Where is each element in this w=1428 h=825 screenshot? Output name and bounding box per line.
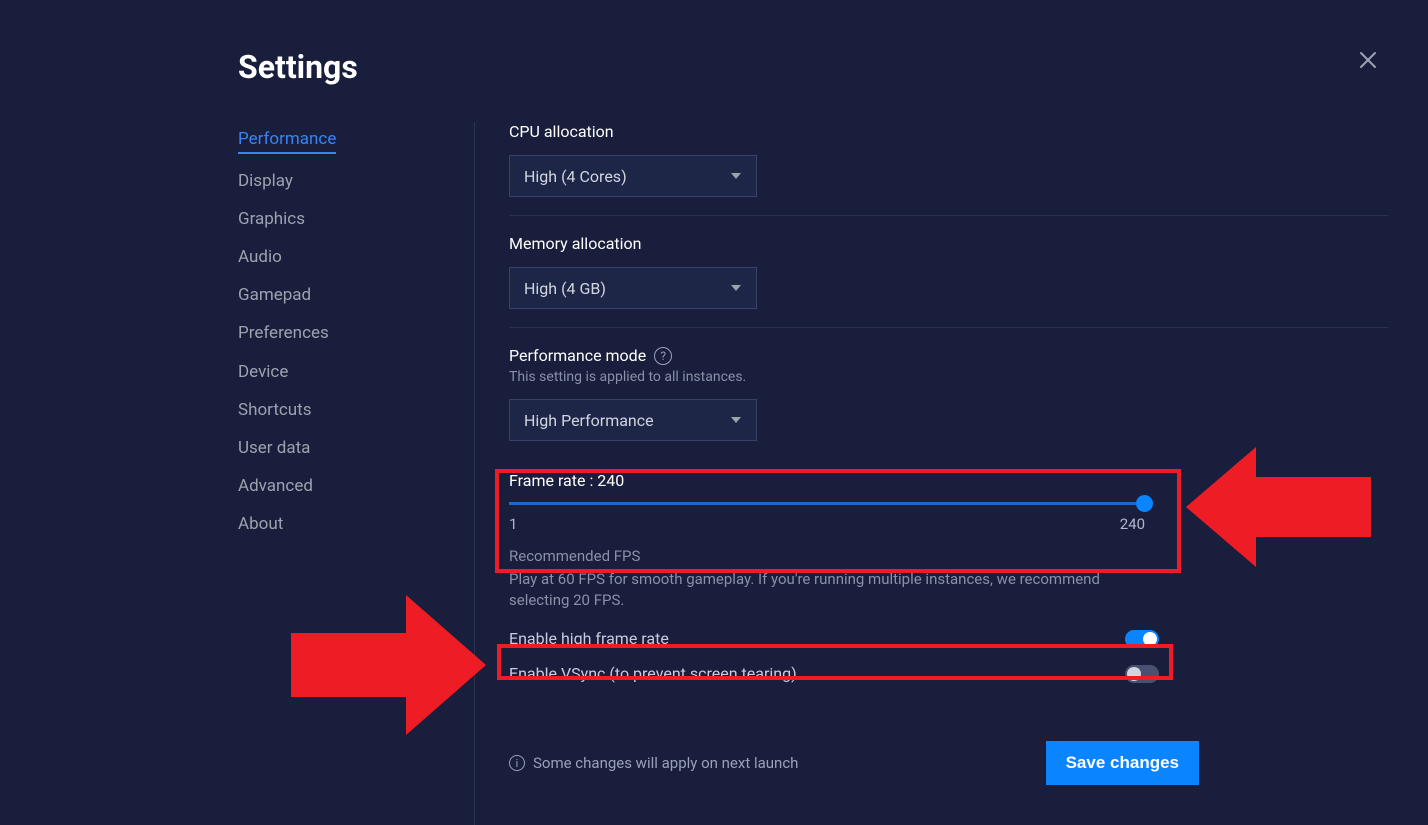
- enable-vsync-label: Enable VSync (to prevent screen tearing): [509, 664, 797, 683]
- sidebar-item-advanced[interactable]: Advanced: [238, 475, 313, 497]
- chevron-down-icon: [730, 170, 742, 182]
- sidebar-item-performance[interactable]: Performance: [238, 128, 336, 154]
- footer-note: i Some changes will apply on next launch: [509, 754, 798, 772]
- save-changes-button[interactable]: Save changes: [1046, 741, 1199, 785]
- frame-rate-slider[interactable]: [509, 502, 1145, 505]
- frame-rate-max: 240: [1120, 515, 1145, 533]
- sidebar-item-display[interactable]: Display: [238, 170, 293, 192]
- performance-mode-label: Performance mode ?: [509, 346, 1388, 365]
- close-button[interactable]: [1356, 48, 1380, 72]
- performance-mode-value: High Performance: [524, 411, 654, 430]
- recommended-fps-text: Play at 60 FPS for smooth gameplay. If y…: [509, 569, 1149, 611]
- sidebar-item-user-data[interactable]: User data: [238, 437, 310, 459]
- info-icon: i: [509, 755, 525, 771]
- sidebar-item-graphics[interactable]: Graphics: [238, 208, 305, 230]
- memory-allocation-select[interactable]: High (4 GB): [509, 267, 757, 309]
- sidebar: Performance Display Graphics Audio Gamep…: [0, 122, 475, 825]
- cpu-allocation-label: CPU allocation: [509, 122, 1388, 141]
- sidebar-item-shortcuts[interactable]: Shortcuts: [238, 399, 312, 421]
- close-icon: [1356, 48, 1380, 72]
- enable-high-frame-rate-toggle[interactable]: [1125, 630, 1159, 648]
- page-title: Settings: [238, 48, 358, 86]
- performance-mode-sublabel: This setting is applied to all instances…: [509, 369, 1388, 385]
- frame-rate-label: Frame rate : 240: [509, 471, 1388, 490]
- sidebar-item-audio[interactable]: Audio: [238, 246, 282, 268]
- enable-vsync-toggle[interactable]: [1125, 665, 1159, 683]
- frame-rate-slider-thumb[interactable]: [1136, 495, 1153, 512]
- cpu-allocation-select[interactable]: High (4 Cores): [509, 155, 757, 197]
- memory-allocation-label: Memory allocation: [509, 234, 1388, 253]
- performance-mode-label-text: Performance mode: [509, 346, 646, 365]
- sidebar-item-preferences[interactable]: Preferences: [238, 322, 329, 344]
- recommended-fps-title: Recommended FPS: [509, 547, 1388, 565]
- footer-note-text: Some changes will apply on next launch: [533, 754, 798, 772]
- chevron-down-icon: [730, 282, 742, 294]
- frame-rate-label-prefix: Frame rate :: [509, 471, 597, 490]
- cpu-allocation-value: High (4 Cores): [524, 167, 627, 186]
- performance-mode-select[interactable]: High Performance: [509, 399, 757, 441]
- sidebar-item-about[interactable]: About: [238, 513, 283, 535]
- help-icon[interactable]: ?: [654, 347, 672, 365]
- sidebar-item-device[interactable]: Device: [238, 361, 288, 383]
- frame-rate-value: 240: [597, 471, 624, 490]
- memory-allocation-value: High (4 GB): [524, 279, 606, 298]
- enable-high-frame-rate-label: Enable high frame rate: [509, 629, 669, 648]
- chevron-down-icon: [730, 414, 742, 426]
- frame-rate-min: 1: [509, 515, 517, 533]
- sidebar-item-gamepad[interactable]: Gamepad: [238, 284, 311, 306]
